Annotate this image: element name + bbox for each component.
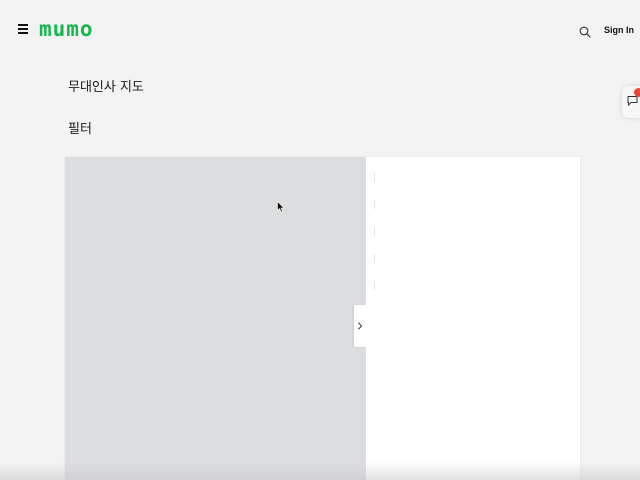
list-item-placeholder [374, 281, 375, 290]
search-icon[interactable] [579, 23, 591, 38]
list-item-placeholder [374, 227, 375, 236]
page-title: 무대인사 지도 [68, 80, 144, 95]
list-item-placeholder [374, 173, 375, 182]
chevron-right-icon [358, 322, 363, 330]
list-item-placeholder [374, 200, 375, 209]
page: mumo Sign In 무대인사 지도 필터 [0, 0, 640, 480]
mumo-logo[interactable]: mumo [39, 15, 94, 43]
mouse-cursor-icon [277, 201, 285, 213]
bottom-shadow [0, 462, 640, 480]
sign-in-button[interactable]: Sign In [604, 23, 634, 37]
panel-toggle-button[interactable] [354, 305, 366, 347]
chat-widget-button[interactable] [622, 86, 640, 118]
filter-heading: 필터 [68, 122, 92, 137]
list-item-placeholder [374, 254, 375, 263]
top-navigation-bar: mumo Sign In [0, 0, 640, 60]
map-view[interactable] [65, 157, 366, 480]
notification-badge [634, 88, 640, 97]
theater-list[interactable] [366, 157, 580, 480]
hamburger-menu-icon[interactable] [18, 24, 28, 34]
